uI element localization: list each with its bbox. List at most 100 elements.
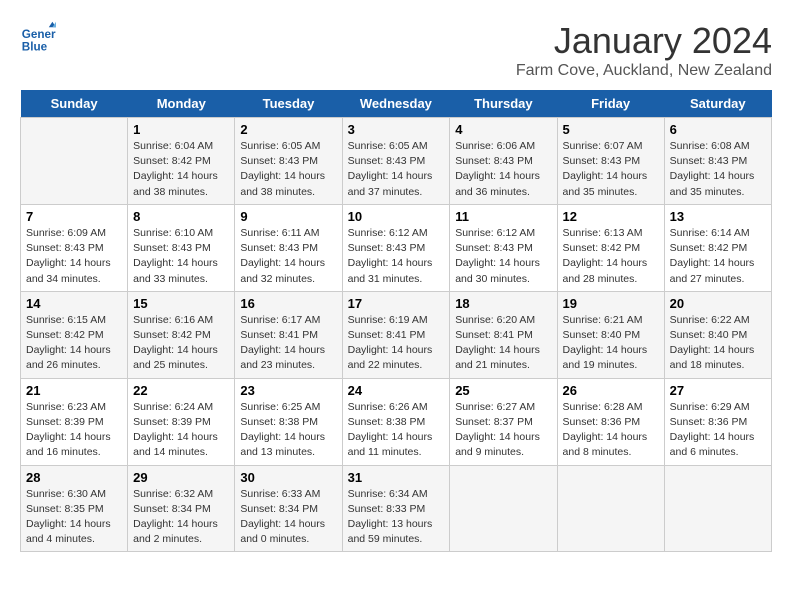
calendar-cell: 22 Sunrise: 6:24 AMSunset: 8:39 PMDaylig… xyxy=(128,378,235,465)
calendar-cell: 14 Sunrise: 6:15 AMSunset: 8:42 PMDaylig… xyxy=(21,291,128,378)
calendar-cell: 23 Sunrise: 6:25 AMSunset: 8:38 PMDaylig… xyxy=(235,378,342,465)
day-info: Sunrise: 6:08 AMSunset: 8:43 PMDaylight:… xyxy=(670,139,766,200)
subtitle: Farm Cove, Auckland, New Zealand xyxy=(516,62,772,80)
calendar-week-row: 28 Sunrise: 6:30 AMSunset: 8:35 PMDaylig… xyxy=(21,465,772,552)
calendar-cell: 29 Sunrise: 6:32 AMSunset: 8:34 PMDaylig… xyxy=(128,465,235,552)
calendar-cell: 4 Sunrise: 6:06 AMSunset: 8:43 PMDayligh… xyxy=(450,118,557,205)
day-info: Sunrise: 6:26 AMSunset: 8:38 PMDaylight:… xyxy=(348,400,445,461)
day-number: 31 xyxy=(348,470,445,485)
calendar-cell: 7 Sunrise: 6:09 AMSunset: 8:43 PMDayligh… xyxy=(21,204,128,291)
day-info: Sunrise: 6:11 AMSunset: 8:43 PMDaylight:… xyxy=(240,226,336,287)
day-number: 29 xyxy=(133,470,229,485)
calendar-cell: 31 Sunrise: 6:34 AMSunset: 8:33 PMDaylig… xyxy=(342,465,450,552)
weekday-header-tuesday: Tuesday xyxy=(235,90,342,118)
calendar-cell xyxy=(450,465,557,552)
day-info: Sunrise: 6:34 AMSunset: 8:33 PMDaylight:… xyxy=(348,487,445,548)
day-number: 13 xyxy=(670,209,766,224)
day-info: Sunrise: 6:13 AMSunset: 8:42 PMDaylight:… xyxy=(563,226,659,287)
calendar-week-row: 21 Sunrise: 6:23 AMSunset: 8:39 PMDaylig… xyxy=(21,378,772,465)
calendar-cell: 6 Sunrise: 6:08 AMSunset: 8:43 PMDayligh… xyxy=(664,118,771,205)
day-info: Sunrise: 6:12 AMSunset: 8:43 PMDaylight:… xyxy=(455,226,551,287)
day-info: Sunrise: 6:29 AMSunset: 8:36 PMDaylight:… xyxy=(670,400,766,461)
svg-text:Blue: Blue xyxy=(22,41,48,54)
day-number: 5 xyxy=(563,122,659,137)
day-info: Sunrise: 6:15 AMSunset: 8:42 PMDaylight:… xyxy=(26,313,122,374)
day-number: 19 xyxy=(563,296,659,311)
calendar-cell xyxy=(21,118,128,205)
day-number: 15 xyxy=(133,296,229,311)
day-info: Sunrise: 6:27 AMSunset: 8:37 PMDaylight:… xyxy=(455,400,551,461)
calendar-cell: 2 Sunrise: 6:05 AMSunset: 8:43 PMDayligh… xyxy=(235,118,342,205)
day-number: 23 xyxy=(240,383,336,398)
day-number: 22 xyxy=(133,383,229,398)
day-number: 28 xyxy=(26,470,122,485)
day-number: 10 xyxy=(348,209,445,224)
calendar-cell: 27 Sunrise: 6:29 AMSunset: 8:36 PMDaylig… xyxy=(664,378,771,465)
day-number: 3 xyxy=(348,122,445,137)
day-info: Sunrise: 6:32 AMSunset: 8:34 PMDaylight:… xyxy=(133,487,229,548)
day-number: 14 xyxy=(26,296,122,311)
day-info: Sunrise: 6:22 AMSunset: 8:40 PMDaylight:… xyxy=(670,313,766,374)
main-title: January 2024 xyxy=(516,20,772,62)
weekday-header-wednesday: Wednesday xyxy=(342,90,450,118)
calendar-cell: 28 Sunrise: 6:30 AMSunset: 8:35 PMDaylig… xyxy=(21,465,128,552)
day-info: Sunrise: 6:23 AMSunset: 8:39 PMDaylight:… xyxy=(26,400,122,461)
day-number: 24 xyxy=(348,383,445,398)
calendar-week-row: 1 Sunrise: 6:04 AMSunset: 8:42 PMDayligh… xyxy=(21,118,772,205)
day-info: Sunrise: 6:19 AMSunset: 8:41 PMDaylight:… xyxy=(348,313,445,374)
svg-text:General: General xyxy=(22,28,56,41)
day-info: Sunrise: 6:05 AMSunset: 8:43 PMDaylight:… xyxy=(240,139,336,200)
day-info: Sunrise: 6:17 AMSunset: 8:41 PMDaylight:… xyxy=(240,313,336,374)
calendar-cell: 3 Sunrise: 6:05 AMSunset: 8:43 PMDayligh… xyxy=(342,118,450,205)
day-info: Sunrise: 6:10 AMSunset: 8:43 PMDaylight:… xyxy=(133,226,229,287)
day-info: Sunrise: 6:25 AMSunset: 8:38 PMDaylight:… xyxy=(240,400,336,461)
weekday-header-monday: Monday xyxy=(128,90,235,118)
calendar-cell: 21 Sunrise: 6:23 AMSunset: 8:39 PMDaylig… xyxy=(21,378,128,465)
day-info: Sunrise: 6:04 AMSunset: 8:42 PMDaylight:… xyxy=(133,139,229,200)
logo-icon: General Blue xyxy=(20,20,56,56)
weekday-header-thursday: Thursday xyxy=(450,90,557,118)
day-info: Sunrise: 6:05 AMSunset: 8:43 PMDaylight:… xyxy=(348,139,445,200)
day-number: 25 xyxy=(455,383,551,398)
day-number: 27 xyxy=(670,383,766,398)
calendar-cell: 13 Sunrise: 6:14 AMSunset: 8:42 PMDaylig… xyxy=(664,204,771,291)
day-number: 12 xyxy=(563,209,659,224)
day-info: Sunrise: 6:20 AMSunset: 8:41 PMDaylight:… xyxy=(455,313,551,374)
title-section: January 2024 Farm Cove, Auckland, New Ze… xyxy=(516,20,772,80)
day-info: Sunrise: 6:06 AMSunset: 8:43 PMDaylight:… xyxy=(455,139,551,200)
day-number: 17 xyxy=(348,296,445,311)
calendar-cell: 5 Sunrise: 6:07 AMSunset: 8:43 PMDayligh… xyxy=(557,118,664,205)
day-number: 26 xyxy=(563,383,659,398)
day-info: Sunrise: 6:33 AMSunset: 8:34 PMDaylight:… xyxy=(240,487,336,548)
calendar-table: SundayMondayTuesdayWednesdayThursdayFrid… xyxy=(20,90,772,552)
day-number: 21 xyxy=(26,383,122,398)
calendar-week-row: 14 Sunrise: 6:15 AMSunset: 8:42 PMDaylig… xyxy=(21,291,772,378)
calendar-cell: 19 Sunrise: 6:21 AMSunset: 8:40 PMDaylig… xyxy=(557,291,664,378)
day-number: 8 xyxy=(133,209,229,224)
calendar-cell: 12 Sunrise: 6:13 AMSunset: 8:42 PMDaylig… xyxy=(557,204,664,291)
day-info: Sunrise: 6:07 AMSunset: 8:43 PMDaylight:… xyxy=(563,139,659,200)
weekday-header-sunday: Sunday xyxy=(21,90,128,118)
calendar-cell: 18 Sunrise: 6:20 AMSunset: 8:41 PMDaylig… xyxy=(450,291,557,378)
weekday-header-saturday: Saturday xyxy=(664,90,771,118)
calendar-week-row: 7 Sunrise: 6:09 AMSunset: 8:43 PMDayligh… xyxy=(21,204,772,291)
day-info: Sunrise: 6:14 AMSunset: 8:42 PMDaylight:… xyxy=(670,226,766,287)
calendar-cell: 30 Sunrise: 6:33 AMSunset: 8:34 PMDaylig… xyxy=(235,465,342,552)
day-number: 20 xyxy=(670,296,766,311)
day-number: 18 xyxy=(455,296,551,311)
day-info: Sunrise: 6:30 AMSunset: 8:35 PMDaylight:… xyxy=(26,487,122,548)
day-number: 11 xyxy=(455,209,551,224)
day-number: 4 xyxy=(455,122,551,137)
day-info: Sunrise: 6:09 AMSunset: 8:43 PMDaylight:… xyxy=(26,226,122,287)
day-info: Sunrise: 6:16 AMSunset: 8:42 PMDaylight:… xyxy=(133,313,229,374)
calendar-cell: 1 Sunrise: 6:04 AMSunset: 8:42 PMDayligh… xyxy=(128,118,235,205)
day-number: 9 xyxy=(240,209,336,224)
day-info: Sunrise: 6:24 AMSunset: 8:39 PMDaylight:… xyxy=(133,400,229,461)
logo: General Blue xyxy=(20,20,56,56)
calendar-cell: 15 Sunrise: 6:16 AMSunset: 8:42 PMDaylig… xyxy=(128,291,235,378)
calendar-cell: 16 Sunrise: 6:17 AMSunset: 8:41 PMDaylig… xyxy=(235,291,342,378)
day-number: 7 xyxy=(26,209,122,224)
weekday-header-row: SundayMondayTuesdayWednesdayThursdayFrid… xyxy=(21,90,772,118)
day-number: 16 xyxy=(240,296,336,311)
calendar-cell: 10 Sunrise: 6:12 AMSunset: 8:43 PMDaylig… xyxy=(342,204,450,291)
